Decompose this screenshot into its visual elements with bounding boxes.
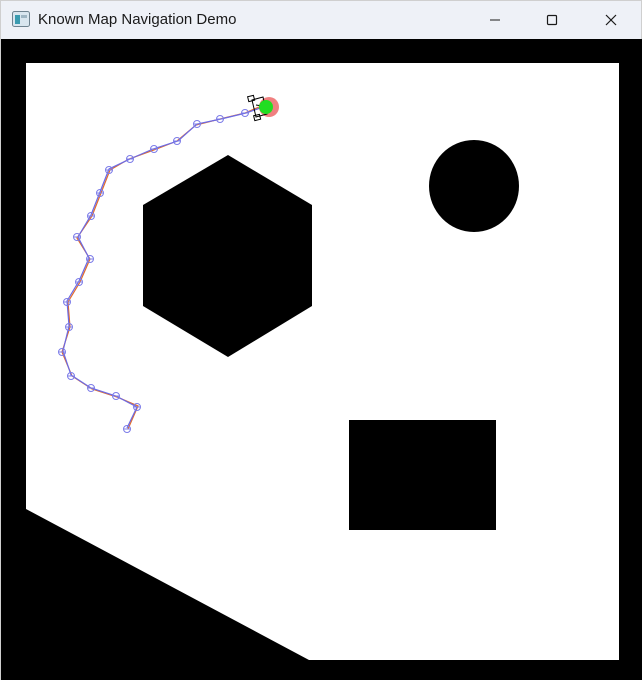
title-bar[interactable]: Known Map Navigation Demo (1, 1, 641, 39)
close-button[interactable] (582, 1, 640, 39)
window-title: Known Map Navigation Demo (38, 11, 237, 28)
robot-body (259, 100, 273, 114)
app-window-icon (12, 11, 30, 27)
close-icon (605, 14, 617, 26)
minimize-button[interactable] (466, 1, 524, 39)
circle-obstacle (429, 140, 519, 232)
map-canvas[interactable] (1, 39, 642, 680)
rectangle-obstacle (349, 420, 496, 530)
map-view (1, 39, 642, 680)
app-window: Known Map Navigation Demo (0, 0, 642, 680)
maximize-button[interactable] (523, 1, 581, 39)
minimize-icon (490, 19, 500, 21)
maximize-icon (546, 14, 558, 26)
